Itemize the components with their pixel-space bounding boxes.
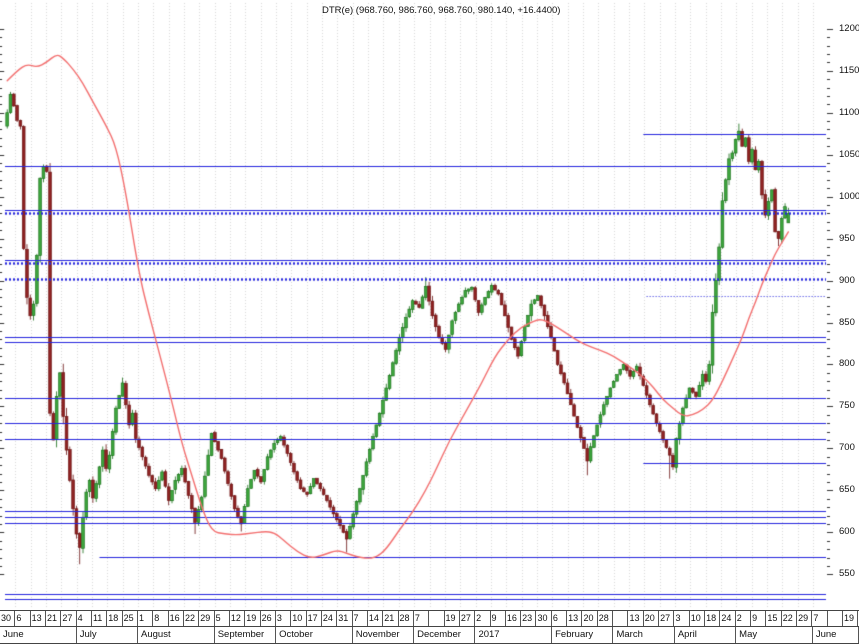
- x-axis-week-label: 10: [690, 611, 706, 626]
- x-axis-week-label: 20: [644, 611, 660, 626]
- x-axis-month-label: October: [276, 627, 353, 643]
- x-axis-months-row: June July August September October November De…: [0, 627, 859, 643]
- x-axis-week-label: [828, 611, 844, 626]
- x-axis-week-label: 15: [766, 611, 782, 626]
- x-axis-week-label: 19: [445, 611, 460, 626]
- x-axis-week-label: 16: [169, 611, 184, 626]
- x-axis-week-label: 9: [751, 611, 767, 626]
- x-axis-week-label: 2: [475, 611, 491, 626]
- x-axis-week-label: 29: [199, 611, 215, 626]
- x-axis-week-label: 1: [138, 611, 154, 626]
- x-axis-month-label: August: [138, 627, 215, 643]
- x-axis-month-label: February: [552, 627, 614, 643]
- x-axis-week-label: 26: [261, 611, 276, 626]
- x-axis-week-label: 5: [215, 611, 230, 626]
- x-axis-month-label: May: [736, 627, 813, 643]
- x-axis-week-label: 7: [353, 611, 368, 626]
- x-axis-month-label: September: [215, 627, 277, 643]
- x-axis-week-label: [613, 611, 629, 626]
- x-axis-week-label: 20: [582, 611, 598, 626]
- x-axis-week-label: 19: [245, 611, 261, 626]
- x-axis-week-label: 18: [107, 611, 123, 626]
- chart-title: DTR(e) (968.760, 986.760, 968.760, 980.1…: [322, 5, 561, 16]
- x-axis-week-label: 2: [736, 611, 752, 626]
- x-axis-week-label: 4: [77, 611, 92, 626]
- x-axis: 30 6 13 21 27 4 11 18 25 1 8 16 22 29 5 12 19 26 3 10 17 24 31…: [0, 610, 859, 644]
- x-axis-week-label: 24: [720, 611, 736, 626]
- x-axis-week-label: 21: [383, 611, 399, 626]
- x-axis-month-label: March: [613, 627, 675, 643]
- x-axis-week-label: 12: [230, 611, 246, 626]
- x-axis-week-label: 10: [291, 611, 307, 626]
- x-axis-week-label: 25: [123, 611, 138, 626]
- x-axis-week-label: 30: [536, 611, 552, 626]
- x-axis-week-label: 17: [307, 611, 322, 626]
- x-axis-month-label: December: [414, 627, 476, 643]
- x-axis-week-label: 24: [322, 611, 338, 626]
- x-axis-week-label: 31: [337, 611, 353, 626]
- price-chart-canvas[interactable]: [0, 0, 859, 644]
- x-axis-month-label: 2017: [475, 627, 553, 643]
- x-axis-week-label: 16: [506, 611, 522, 626]
- x-axis-week-label: 30: [0, 611, 16, 626]
- x-axis-week-label: 13: [31, 611, 46, 626]
- x-axis-month-label: November: [353, 627, 415, 643]
- x-axis-month-label: April: [675, 627, 737, 643]
- x-axis-week-label: 13: [567, 611, 583, 626]
- x-axis-week-label: 11: [92, 611, 108, 626]
- x-axis-week-label: 22: [184, 611, 200, 626]
- x-axis-week-label: 19: [843, 611, 859, 626]
- x-axis-week-label: 6: [552, 611, 568, 626]
- x-axis-week-label: 28: [399, 611, 414, 626]
- x-axis-week-label: [429, 611, 445, 626]
- x-axis-week-label: 27: [61, 611, 77, 626]
- x-axis-week-label: 8: [153, 611, 169, 626]
- x-axis-week-label: 27: [659, 611, 675, 626]
- x-axis-week-label: 13: [628, 611, 644, 626]
- chart-window: DTR(e) (968.760, 986.760, 968.760, 980.1…: [0, 0, 859, 644]
- x-axis-week-label: 7: [414, 611, 430, 626]
- x-axis-week-label: 3: [276, 611, 292, 626]
- x-axis-week-label: 6: [15, 611, 31, 626]
- x-axis-week-label: 28: [598, 611, 614, 626]
- x-axis-month-label: June: [813, 627, 859, 643]
- x-axis-week-label: 29: [797, 611, 813, 626]
- x-axis-week-label: 9: [491, 611, 506, 626]
- x-axis-week-label: 3: [674, 611, 690, 626]
- x-axis-week-label: 22: [782, 611, 798, 626]
- x-axis-week-label: 21: [46, 611, 62, 626]
- x-axis-month-label: July: [77, 627, 139, 643]
- x-axis-week-label: 7: [812, 611, 828, 626]
- x-axis-week-label: 23: [521, 611, 537, 626]
- x-axis-month-label: June: [0, 627, 77, 643]
- x-axis-dates-row: 30 6 13 21 27 4 11 18 25 1 8 16 22 29 5 12 19 26 3 10 17 24 31…: [0, 611, 859, 627]
- x-axis-week-label: 27: [460, 611, 476, 626]
- x-axis-week-label: 18: [705, 611, 721, 626]
- x-axis-week-label: 14: [368, 611, 384, 626]
